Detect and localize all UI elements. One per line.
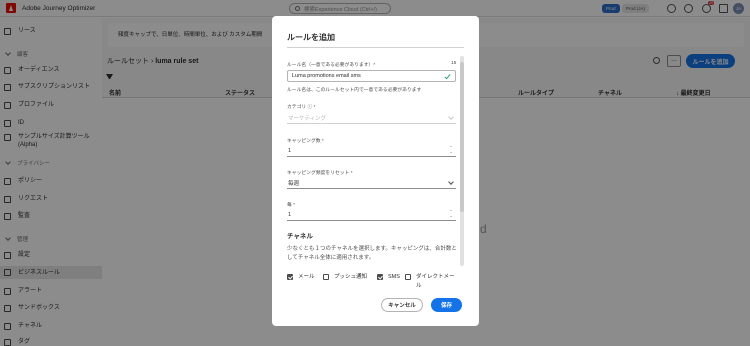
category-value: マーケティング xyxy=(288,115,327,122)
dialog-divider xyxy=(287,47,464,48)
checkbox-label: ダイレクトメール xyxy=(416,274,455,289)
reset-frequency-value: 毎週 xyxy=(288,180,300,187)
every-label: 毎 * xyxy=(287,203,295,208)
rule-name-field[interactable]: Luma promotions email sms xyxy=(287,70,456,82)
stepper-arrows-icon[interactable]: ⌃ ⌄ xyxy=(448,146,454,155)
rule-name-value: Luma promotions email sms xyxy=(292,73,361,79)
scrollbar-thumb[interactable] xyxy=(460,62,464,212)
checkbox-unchecked-icon xyxy=(323,274,329,280)
rule-name-label: ルール名（一意である必要があります）* xyxy=(287,63,376,68)
valid-check-icon xyxy=(444,72,451,80)
chevron-down-icon xyxy=(448,114,454,120)
capping-count-label: キャッピング数 * xyxy=(287,139,324,144)
reset-frequency-label: キャッピング頻度をリセット * xyxy=(287,171,353,176)
checkbox-checked-icon xyxy=(377,274,383,280)
checkbox-checked-icon xyxy=(287,274,293,280)
capping-count-stepper[interactable]: 1 ⌃ ⌄ xyxy=(287,145,456,157)
rule-name-counter: 15 xyxy=(451,61,457,66)
checkbox-label: プッシュ通知 xyxy=(334,274,368,280)
reset-frequency-picker[interactable]: 毎週 xyxy=(287,177,456,189)
channel-section-title: チャネル xyxy=(287,233,313,240)
every-value: 1 xyxy=(288,211,292,218)
rule-name-help: ルール名は、このルールセット内で一意である必要があります xyxy=(287,88,422,93)
category-picker: マーケティング xyxy=(287,112,456,124)
channel-description: 少なくとも１つのチャネルを選択します。キャッピングは、合計数としてチャネル全体に… xyxy=(287,246,457,261)
channel-sms-checkbox[interactable]: SMS xyxy=(377,273,400,282)
stepper-arrows-icon[interactable]: ⌃ ⌄ xyxy=(448,210,454,219)
chevron-down-icon xyxy=(448,179,454,185)
category-label: カテゴリ ⓘ * xyxy=(287,105,316,110)
add-rule-dialog: ルールを追加 ルール名（一意である必要があります）* 15 Luma promo… xyxy=(272,16,479,326)
save-button[interactable]: 保存 xyxy=(431,298,462,312)
channel-direct-mail-checkbox[interactable]: ダイレクトメール xyxy=(405,273,463,291)
checkbox-label: SMS xyxy=(388,274,400,280)
every-stepper[interactable]: 1 ⌃ ⌄ xyxy=(287,209,456,221)
capping-count-value: 1 xyxy=(288,147,292,154)
channel-email-checkbox[interactable]: メール xyxy=(287,273,315,282)
cancel-button[interactable]: キャンセル xyxy=(381,298,423,312)
channel-push-checkbox[interactable]: プッシュ通知 xyxy=(323,273,367,282)
dialog-scrollbar[interactable] xyxy=(460,56,464,266)
checkbox-label: メール xyxy=(298,274,315,280)
dialog-title: ルールを追加 xyxy=(287,33,335,42)
checkbox-unchecked-icon xyxy=(405,274,411,280)
